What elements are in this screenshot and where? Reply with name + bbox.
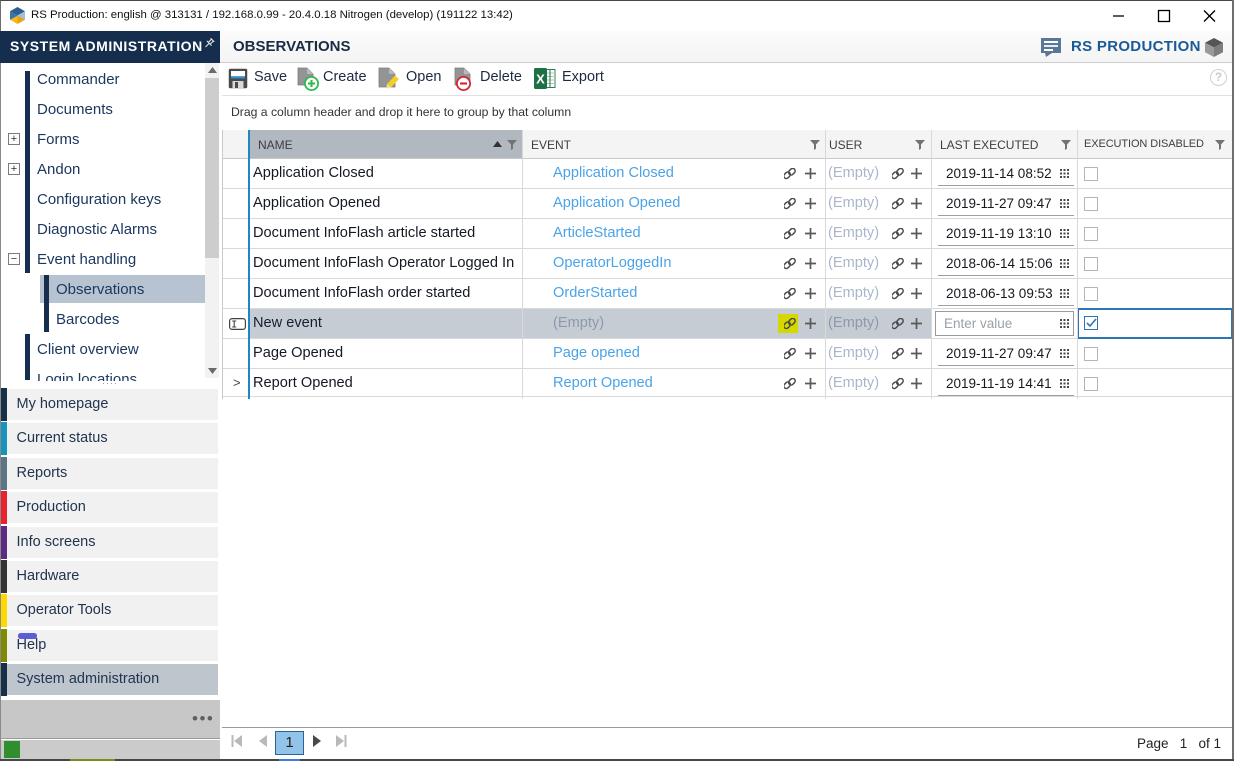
svg-text:X: X — [536, 72, 545, 87]
